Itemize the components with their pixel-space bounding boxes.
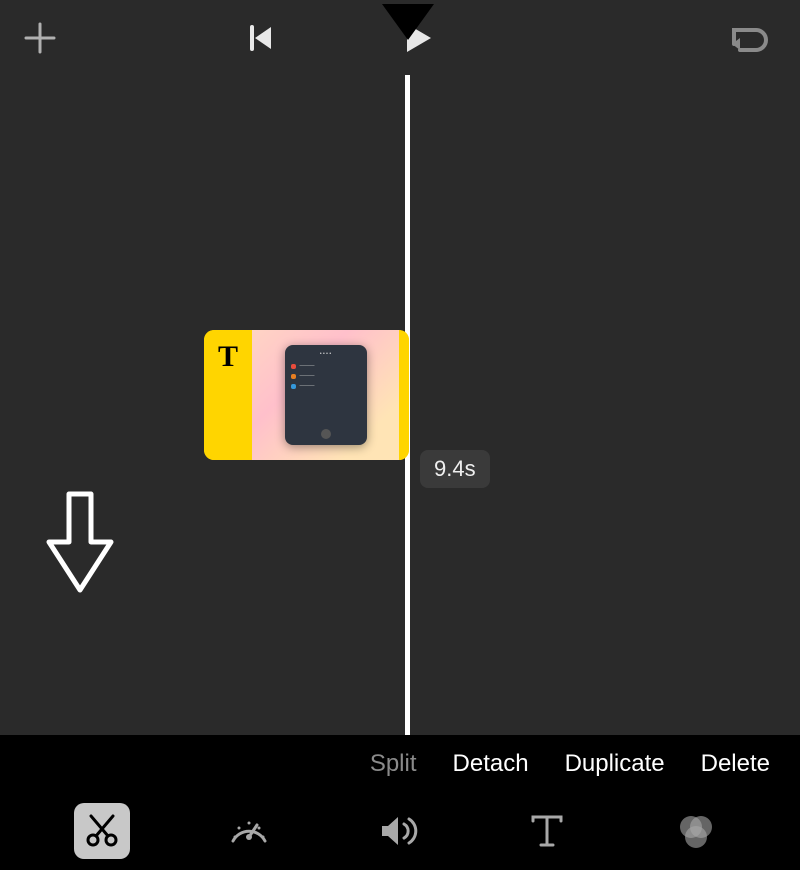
speed-icon xyxy=(227,809,271,853)
thumbnail-row: ——— xyxy=(291,383,361,389)
duplicate-button[interactable]: Duplicate xyxy=(565,750,665,778)
clip-title-tab: T xyxy=(204,330,252,460)
filters-tool-button[interactable] xyxy=(666,801,726,861)
instruction-arrow xyxy=(45,490,115,600)
split-button[interactable]: Split xyxy=(370,750,417,778)
bottom-tools-row xyxy=(0,792,800,870)
clip-duration-badge: 9.4s xyxy=(420,450,490,488)
playhead-marker[interactable] xyxy=(382,4,434,40)
detach-button[interactable]: Detach xyxy=(453,750,529,778)
skip-back-button[interactable] xyxy=(243,21,277,55)
timeline[interactable]: T • • • • ——— ——— ——— 9.4s xyxy=(0,75,800,735)
clip-actions-row: Split Detach Duplicate Delete xyxy=(0,735,800,792)
thumbnail-row: ——— xyxy=(291,373,361,379)
title-overlay-indicator: T xyxy=(218,340,238,374)
video-clip[interactable]: T • • • • ——— ——— ——— xyxy=(204,330,409,460)
delete-button[interactable]: Delete xyxy=(701,750,770,778)
undo-icon xyxy=(726,20,770,56)
thumbnail-row: ——— xyxy=(291,363,361,369)
text-tool-button[interactable] xyxy=(517,801,577,861)
thumbnail-header: • • • • xyxy=(291,351,361,359)
volume-tool-button[interactable] xyxy=(368,801,428,861)
filters-icon xyxy=(674,809,718,853)
undo-button[interactable] xyxy=(726,20,770,56)
skip-back-icon xyxy=(243,21,277,55)
cut-tool-button[interactable] xyxy=(74,803,130,859)
speed-tool-button[interactable] xyxy=(219,801,279,861)
clip-right-handle[interactable] xyxy=(399,330,409,460)
text-icon xyxy=(527,811,567,851)
thumbnail-panel: • • • • ——— ——— ——— xyxy=(285,345,367,445)
clip-thumbnail: • • • • ——— ——— ——— xyxy=(252,330,399,460)
scissors-icon xyxy=(83,812,121,850)
volume-icon xyxy=(376,809,420,853)
